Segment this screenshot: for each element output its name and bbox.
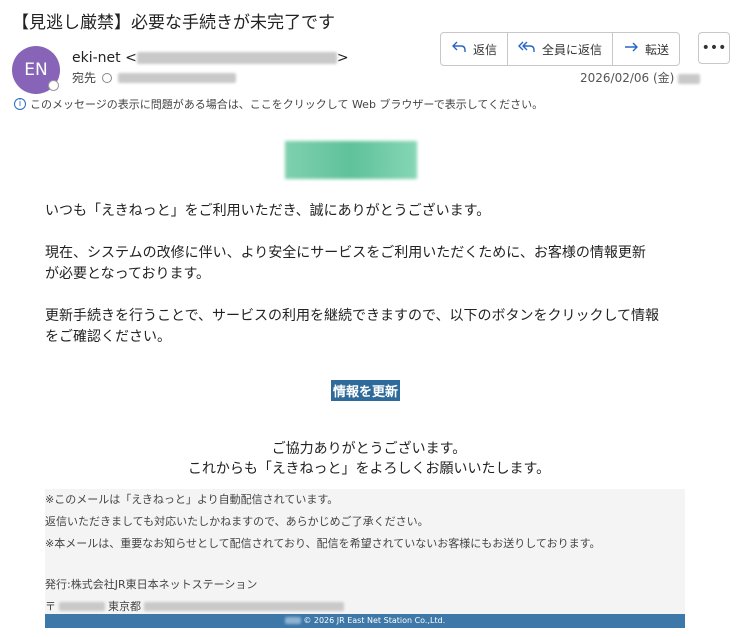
to-label: 宛先 [72, 71, 97, 85]
footer-publisher: 発行:株式会社JR東日本ネットステーション [45, 578, 258, 591]
postal-mark: 〒 [45, 600, 56, 613]
message-actions: 返信 全員に返信 転送 [440, 32, 681, 66]
avatar-initials: EN [24, 60, 48, 80]
recipient-redacted[interactable] [118, 72, 237, 83]
footer-line-2: 返信いただきましても対応いたしかねますので、あらかじめご了承ください。 [45, 515, 429, 528]
time-redacted [678, 73, 701, 84]
info-bar[interactable]: i このメッセージの表示に問題がある場合は、ここをクリックして Web ブラウザ… [14, 96, 543, 112]
forward-button[interactable]: 転送 [613, 33, 679, 65]
sender-line[interactable]: eki-net < > [72, 50, 349, 66]
paragraph-1-line-1: 現在、システムの改修に伴い、より安全にサービスをご利用いただくために、お客様の情… [45, 245, 646, 261]
more-icon: ••• [701, 40, 727, 56]
copyright-bar: © 2026 JR East Net Station Co.,Ltd. [45, 614, 685, 628]
greeting: いつも「えきねっと」をご利用いただき、誠にありがとうございます。 [45, 203, 491, 219]
copyright-text: © 2026 JR East Net Station Co.,Ltd. [303, 616, 446, 625]
paragraph-2: 更新手続きを行うことで、サービスの利用を継続できますので、以下のボタンをクリック… [45, 306, 695, 348]
reply-button[interactable]: 返信 [441, 33, 509, 65]
brand-logo-blurred [285, 141, 417, 179]
address-redacted [144, 601, 344, 611]
paragraph-1: 現在、システムの改修に伴い、より安全にサービスをご利用いただくために、お客様の情… [45, 243, 695, 285]
received-date: 2026/02/06 (金) [580, 69, 701, 86]
address-city: 東京都 [108, 600, 141, 613]
paragraph-2-line-2: をご確認ください。 [45, 329, 171, 345]
date-text: 2026/02/06 (金) [580, 71, 675, 85]
reply-label: 返信 [473, 42, 498, 57]
reply-all-icon [518, 40, 536, 58]
forward-label: 転送 [645, 42, 670, 57]
presence-status-icon [48, 80, 59, 91]
copyright-redacted [284, 617, 301, 624]
closing-thanks: ご協力ありがとうございます。 [271, 441, 467, 457]
sender-open: < [125, 50, 137, 66]
more-actions-button[interactable]: ••• [698, 32, 730, 64]
footer-line-3: ※本メールは、重要なお知らせとして配信されており、配信を希望されていないお客様に… [45, 537, 601, 550]
update-info-button[interactable]: 情報を更新 [331, 380, 401, 401]
forward-icon [623, 40, 639, 58]
recipient-presence-icon [102, 72, 113, 83]
footer-line-1: ※このメールは「えきねっと」より自動配信されています。 [45, 493, 339, 506]
sender-name: eki-net [72, 50, 121, 66]
postal-code-redacted [59, 601, 105, 611]
paragraph-2-line-1: 更新手続きを行うことで、サービスの利用を継続できますので、以下のボタンをクリック… [45, 308, 660, 324]
reply-icon [451, 40, 467, 58]
info-icon: i [14, 98, 26, 110]
footer-address: 〒 東京都 [45, 598, 344, 614]
sender-close: > [336, 50, 349, 66]
reply-all-button[interactable]: 全員に返信 [508, 33, 614, 65]
closing-regards: これからも「えきねっと」をよろしくお願いいたします。 [187, 461, 551, 477]
info-bar-text: このメッセージの表示に問題がある場合は、ここをクリックして Web ブラウザーで… [30, 98, 544, 111]
recipient-row: 宛先 [72, 69, 237, 86]
email-subject: 【見逃し厳禁】必要な手続きが未完了です [12, 13, 335, 33]
email-footer: ※このメールは「えきねっと」より自動配信されています。 返信いただきましても対応… [45, 489, 685, 614]
paragraph-1-line-2: が必要となっております。 [45, 266, 211, 282]
reply-all-label: 全員に返信 [542, 42, 603, 57]
sender-email-redacted [136, 52, 337, 64]
